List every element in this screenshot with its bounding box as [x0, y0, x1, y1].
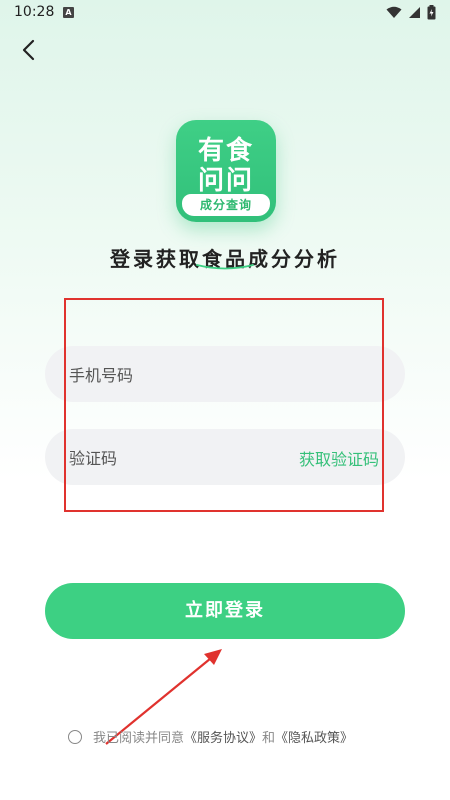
privacy-policy-link[interactable]: 《隐私政策》 — [275, 727, 353, 746]
status-time: 10:28 — [14, 4, 55, 20]
notification-icon: A — [63, 7, 74, 18]
wifi-icon — [386, 6, 402, 18]
title-swoosh-decoration — [196, 264, 254, 270]
login-button[interactable]: 立即登录 — [45, 583, 405, 639]
app-logo: 有食 问问 成分查询 — [176, 120, 276, 222]
agreement-row: 我已阅读并同意 《服务协议》 和 《隐私政策》 — [68, 727, 353, 746]
service-agreement-link[interactable]: 《服务协议》 — [184, 727, 262, 746]
logo-line-2: 问问 — [197, 166, 254, 196]
logo-tagline: 成分查询 — [182, 194, 270, 216]
annotation-highlight-box — [64, 298, 384, 512]
agreement-radio[interactable] — [68, 729, 82, 744]
back-button[interactable] — [14, 36, 42, 64]
agreement-connector: 和 — [262, 731, 276, 746]
status-bar: 10:28 A — [0, 0, 450, 26]
agreement-prefix: 我已阅读并同意 — [93, 731, 185, 746]
battery-icon — [427, 5, 436, 20]
signal-icon — [409, 7, 420, 18]
chevron-left-icon — [22, 39, 35, 61]
status-icons — [386, 5, 436, 20]
